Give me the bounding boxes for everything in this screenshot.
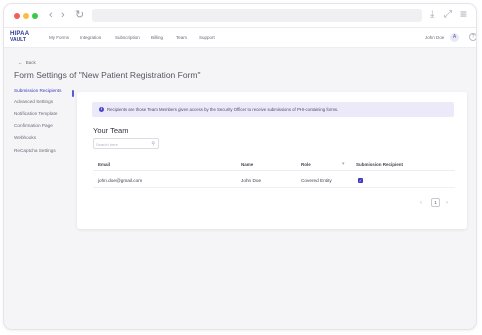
search-icon[interactable]: ⚲ <box>151 141 155 147</box>
hipaa-vault-logo[interactable]: HIPAA VAULT <box>10 31 29 43</box>
maximize-window-dot[interactable] <box>32 13 38 19</box>
info-banner: i Recipients are those Team Members give… <box>92 102 454 117</box>
help-icon[interactable]: ? <box>469 33 476 41</box>
previous-page-icon[interactable]: ‹ <box>420 199 422 207</box>
submission-recipient-checkbox[interactable]: ✓ <box>358 178 363 183</box>
page-title: Form Settings of "New Patient Registrati… <box>14 70 201 80</box>
browser-window: ‹ › ↻ ⤓ ⤢ ≡ HIPAA VAULT My Forms Integra… <box>3 3 477 330</box>
back-link[interactable]: ← Back <box>18 60 36 65</box>
sidebar-item-notification-template[interactable]: Notification Template <box>14 111 57 116</box>
info-text: Recipients are those Team Members given … <box>107 107 339 112</box>
nav-integration[interactable]: Integration <box>80 35 101 40</box>
forward-arrow-icon[interactable]: › <box>61 9 65 21</box>
column-header-submission-recipient[interactable]: Submission Recipient <box>356 162 403 167</box>
address-bar[interactable] <box>92 9 422 22</box>
nav-my-forms[interactable]: My Forms <box>49 35 69 40</box>
row-email: john.doe@gmail.com <box>98 178 143 183</box>
role-filter-icon[interactable]: ▾ <box>342 161 345 167</box>
expand-icon[interactable]: ⤢ <box>444 9 452 21</box>
sidebar-item-submission-recipients[interactable]: Submission Recipients <box>14 88 61 93</box>
pagination: ‹ 1 › <box>419 198 459 208</box>
column-header-role[interactable]: Role <box>301 162 311 167</box>
next-page-icon[interactable]: › <box>446 199 448 207</box>
nav-subscription[interactable]: Subscription <box>115 35 140 40</box>
search-input[interactable] <box>96 141 148 147</box>
nav-team[interactable]: Team <box>176 35 187 40</box>
section-title: Your Team <box>93 126 129 135</box>
user-name[interactable]: John Doe <box>425 35 444 40</box>
back-label: Back <box>25 60 36 65</box>
info-icon: i <box>99 107 104 112</box>
row-role: Covered Entity <box>301 178 332 183</box>
sidebar-item-recaptcha-settings[interactable]: ReCaptcha Settings <box>14 148 56 153</box>
nav-support[interactable]: Support <box>199 35 215 40</box>
sidebar-item-confirmation-page[interactable]: Confirmation Page <box>14 123 53 128</box>
column-header-name[interactable]: Name <box>241 162 253 167</box>
hamburger-menu-icon[interactable]: ≡ <box>460 8 467 20</box>
current-page-number[interactable]: 1 <box>431 198 440 207</box>
back-arrow-icon[interactable]: ‹ <box>49 9 53 21</box>
recipients-card: i Recipients are those Team Members give… <box>77 92 467 229</box>
back-arrow-icon: ← <box>18 60 23 65</box>
nav-billing[interactable]: Billing <box>151 35 163 40</box>
close-window-dot[interactable] <box>14 13 20 19</box>
user-avatar-icon[interactable]: A <box>450 33 459 42</box>
row-name: John Doe <box>241 178 262 183</box>
browser-toolbar: ‹ › ↻ ⤓ ⤢ ≡ <box>4 4 476 28</box>
sidebar-item-webhooks[interactable]: Webhooks <box>14 135 36 140</box>
search-box[interactable]: ⚲ <box>93 138 159 149</box>
download-icon[interactable]: ⤓ <box>430 9 434 21</box>
sidebar-item-advanced-settings[interactable]: Advanced Settings <box>14 99 53 104</box>
minimize-window-dot[interactable] <box>23 13 29 19</box>
table-header: Email Name Role ▾ Submission Recipient <box>93 160 455 171</box>
table-row: john.doe@gmail.com John Doe Covered Enti… <box>93 176 455 188</box>
logo-line2: VAULT <box>10 37 26 43</box>
sidebar-active-indicator <box>72 90 74 97</box>
column-header-email[interactable]: Email <box>98 162 110 167</box>
reload-icon[interactable]: ↻ <box>75 9 84 21</box>
app-header: HIPAA VAULT My Forms Integration Subscri… <box>4 28 476 48</box>
